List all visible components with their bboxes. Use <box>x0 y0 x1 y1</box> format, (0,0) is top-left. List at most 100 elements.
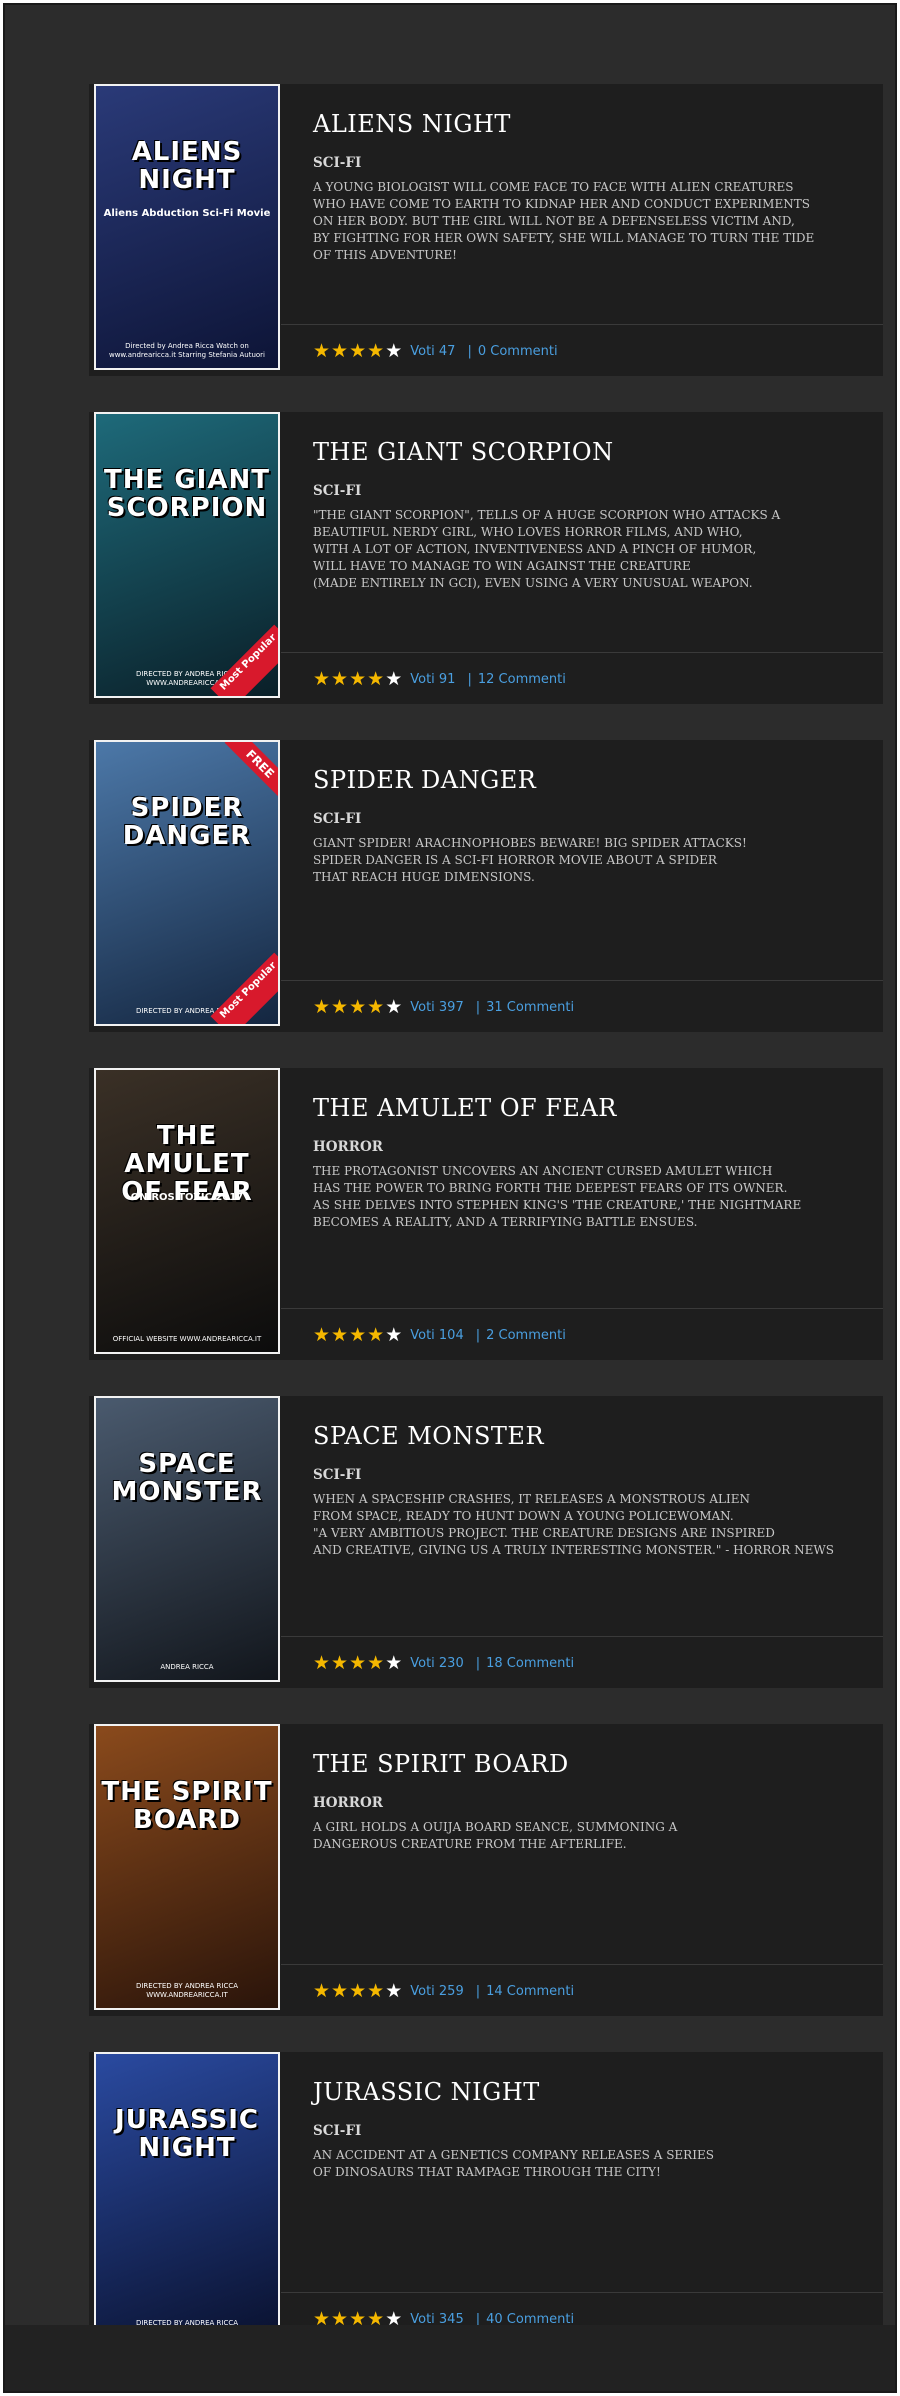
star-full-icon[interactable]: ★ <box>349 1652 366 1674</box>
movie-card: ALIENS NIGHT Aliens Abduction Sci-Fi Mov… <box>89 84 883 376</box>
separator: | <box>467 344 472 359</box>
star-full-icon[interactable]: ★ <box>367 1652 384 1674</box>
star-full-icon[interactable]: ★ <box>367 1324 384 1346</box>
star-full-icon[interactable]: ★ <box>313 1980 330 2002</box>
star-full-icon[interactable]: ★ <box>367 996 384 1018</box>
star-full-icon[interactable]: ★ <box>331 1652 348 1674</box>
star-full-icon[interactable]: ★ <box>367 1980 384 2002</box>
movie-description: GIANT SPIDER! ARACHNOPHOBES BEWARE! BIG … <box>313 836 747 884</box>
movie-genre: SCI-FI <box>313 2123 362 2139</box>
movie-poster[interactable]: THE SPIRIT BOARD DIRECTED BY ANDREA RICC… <box>94 1724 280 2010</box>
movie-title[interactable]: SPACE MONSTER <box>313 1422 867 1450</box>
star-empty-icon[interactable]: ★ <box>385 340 402 362</box>
comments-link[interactable]: 12 Commenti <box>478 672 566 687</box>
votes-link[interactable]: Voti 47 <box>410 344 455 359</box>
movie-genre: HORROR <box>313 1795 383 1811</box>
star-full-icon[interactable]: ★ <box>313 1324 330 1346</box>
movie-title[interactable]: JURASSIC NIGHT <box>313 2078 867 2106</box>
movie-poster[interactable]: JURASSIC NIGHT DIRECTED BY ANDREA RICCA <box>94 2052 280 2338</box>
movie-info: THE AMULET OF FEAR HORROR THE PROTAGONIS… <box>313 1068 867 1231</box>
star-rating[interactable]: ★★★★★ <box>313 1982 403 2001</box>
star-empty-icon[interactable]: ★ <box>385 1652 402 1674</box>
votes-link[interactable]: Voti 91 <box>410 672 455 687</box>
votes-link[interactable]: Voti 104 <box>410 1328 464 1343</box>
votes-link[interactable]: Voti 397 <box>410 1000 464 1015</box>
votes-link[interactable]: Voti 230 <box>410 1656 464 1671</box>
star-full-icon[interactable]: ★ <box>313 1652 330 1674</box>
star-rating[interactable]: ★★★★★ <box>313 998 403 1017</box>
star-full-icon[interactable]: ★ <box>331 996 348 1018</box>
rating-bar: ★★★★★ Voti 47 | 0 Commenti <box>313 342 558 361</box>
star-empty-icon[interactable]: ★ <box>385 996 402 1018</box>
star-full-icon[interactable]: ★ <box>313 996 330 1018</box>
card-divider <box>281 324 883 325</box>
separator: | <box>467 672 472 687</box>
movie-description: A GIRL HOLDS A OUIJA BOARD SEANCE, SUMMO… <box>313 1820 678 1851</box>
movie-info: THE SPIRIT BOARD HORROR A GIRL HOLDS A O… <box>313 1724 867 1853</box>
separator: | <box>475 1656 481 1671</box>
star-empty-icon[interactable]: ★ <box>385 668 402 690</box>
poster-credits: ANDREA RICCA <box>160 1663 214 1671</box>
movie-title[interactable]: THE AMULET OF FEAR <box>313 1094 867 1122</box>
star-full-icon[interactable]: ★ <box>331 668 348 690</box>
comments-link[interactable]: 31 Commenti <box>486 1000 574 1015</box>
rating-bar: ★★★★★ Voti 91 | 12 Commenti <box>313 670 566 689</box>
page-frame: ALIENS NIGHT Aliens Abduction Sci-Fi Mov… <box>3 3 897 2393</box>
star-rating[interactable]: ★★★★★ <box>313 342 403 361</box>
movie-title[interactable]: THE SPIRIT BOARD <box>313 1750 867 1778</box>
movie-info: SPIDER DANGER SCI-FI GIANT SPIDER! ARACH… <box>313 740 867 886</box>
poster-credits: Directed by Andrea Ricca Watch on www.an… <box>108 342 265 359</box>
star-full-icon[interactable]: ★ <box>331 1324 348 1346</box>
movie-poster[interactable]: SPIDER DANGER DIRECTED BY ANDREA RICCA M… <box>94 740 280 1026</box>
star-full-icon[interactable]: ★ <box>367 668 384 690</box>
star-rating[interactable]: ★★★★★ <box>313 1654 403 1673</box>
separator: | <box>475 1984 481 1999</box>
star-full-icon[interactable]: ★ <box>349 1980 366 2002</box>
comments-link[interactable]: 2 Commenti <box>486 1328 566 1343</box>
card-divider <box>281 1308 883 1309</box>
card-divider <box>281 652 883 653</box>
comments-link[interactable]: 0 Commenti <box>478 344 558 359</box>
movie-description: WHEN A SPACESHIP CRASHES, IT RELEASES A … <box>313 1492 834 1557</box>
poster-credits: OFFICIAL WEBSITE WWW.ANDREARICCA.IT <box>112 1335 262 1343</box>
movie-card: SPIDER DANGER DIRECTED BY ANDREA RICCA M… <box>89 740 883 1032</box>
star-full-icon[interactable]: ★ <box>349 996 366 1018</box>
star-full-icon[interactable]: ★ <box>367 340 384 362</box>
movie-genre: HORROR <box>313 1139 383 1155</box>
star-rating[interactable]: ★★★★★ <box>313 1326 403 1345</box>
star-full-icon[interactable]: ★ <box>331 1980 348 2002</box>
rating-bar: ★★★★★ Voti 104 | 2 Commenti <box>313 1326 566 1345</box>
star-full-icon[interactable]: ★ <box>313 668 330 690</box>
votes-link[interactable]: Voti 259 <box>410 1984 464 1999</box>
movie-poster[interactable]: THE AMULET OF FEAR ONIROS TOXIC 2017 OFF… <box>94 1068 280 1354</box>
movie-title[interactable]: THE GIANT SCORPION <box>313 438 867 466</box>
star-full-icon[interactable]: ★ <box>313 340 330 362</box>
card-divider <box>281 1964 883 1965</box>
star-full-icon[interactable]: ★ <box>349 668 366 690</box>
movie-poster[interactable]: SPACE MONSTER ANDREA RICCA <box>94 1396 280 1682</box>
movie-poster[interactable]: THE GIANT SCORPION DIRECTED BY ANDREA RI… <box>94 412 280 698</box>
card-divider <box>281 1636 883 1637</box>
movie-poster[interactable]: ALIENS NIGHT Aliens Abduction Sci-Fi Mov… <box>94 84 280 370</box>
poster-subtitle: Aliens Abduction Sci-Fi Movie <box>103 208 271 219</box>
star-full-icon[interactable]: ★ <box>331 340 348 362</box>
movie-card: THE GIANT SCORPION DIRECTED BY ANDREA RI… <box>89 412 883 704</box>
movie-title[interactable]: ALIENS NIGHT <box>313 110 867 138</box>
star-empty-icon[interactable]: ★ <box>385 1980 402 2002</box>
movie-genre: SCI-FI <box>313 483 362 499</box>
movie-title[interactable]: SPIDER DANGER <box>313 766 867 794</box>
movie-card: THE SPIRIT BOARD DIRECTED BY ANDREA RICC… <box>89 1724 883 2016</box>
star-full-icon[interactable]: ★ <box>349 340 366 362</box>
separator: | <box>475 1000 481 1015</box>
star-full-icon[interactable]: ★ <box>349 1324 366 1346</box>
star-rating[interactable]: ★★★★★ <box>313 670 403 689</box>
comments-link[interactable]: 18 Commenti <box>486 1656 574 1671</box>
movie-info: ALIENS NIGHT SCI-FI A YOUNG BIOLOGIST WI… <box>313 84 867 264</box>
comments-link[interactable]: 14 Commenti <box>486 1984 574 1999</box>
star-empty-icon[interactable]: ★ <box>385 1324 402 1346</box>
movie-genre: SCI-FI <box>313 1467 362 1483</box>
movie-description: THE PROTAGONIST UNCOVERS AN ANCIENT CURS… <box>313 1164 802 1229</box>
card-divider <box>281 980 883 981</box>
movie-description: "THE GIANT SCORPION", TELLS OF A HUGE SC… <box>313 508 781 590</box>
movie-genre: SCI-FI <box>313 811 362 827</box>
